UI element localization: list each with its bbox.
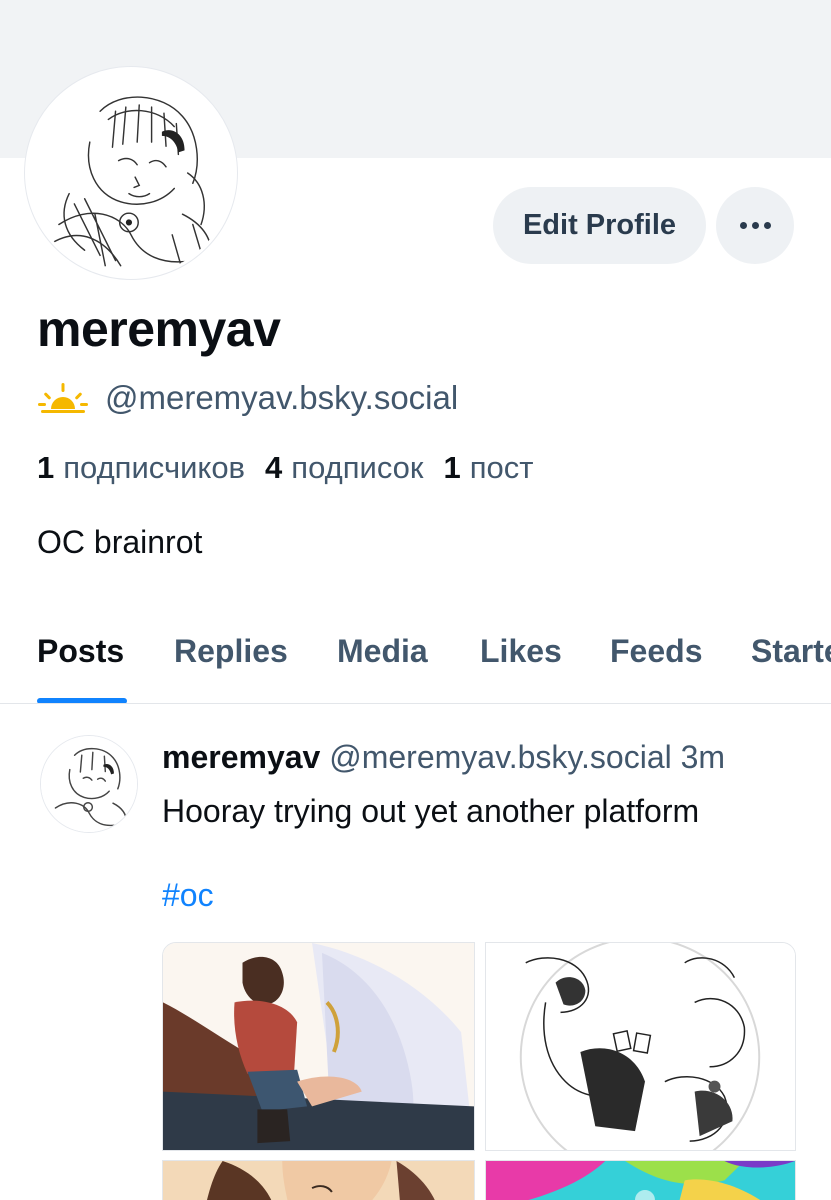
more-dots-icon	[751, 222, 759, 229]
following-count: 4	[265, 450, 283, 485]
profile-tabs: Posts Replies Media Likes Feeds Starter	[0, 603, 831, 704]
post-image-illustration	[486, 1161, 795, 1200]
feed-post[interactable]: meremyav @meremyav.bsky.social 3m Hooray…	[0, 705, 831, 1200]
edit-profile-button[interactable]: Edit Profile	[493, 187, 706, 264]
more-dots-icon	[739, 222, 747, 229]
more-dots-icon	[763, 222, 771, 229]
posts-count: 1	[443, 450, 461, 485]
more-options-button[interactable]	[716, 187, 794, 264]
tab-likes[interactable]: Likes	[480, 633, 562, 670]
post-hashtag[interactable]: #oc	[162, 877, 214, 914]
handle-row: @meremyav.bsky.social	[37, 376, 458, 420]
following-stat[interactable]: 4 подписок	[265, 450, 423, 486]
posts-stat: 1 пост	[443, 450, 533, 486]
avatar-sketch-image	[28, 70, 234, 276]
profile-avatar[interactable]	[25, 67, 237, 279]
post-author-name[interactable]: meremyav	[162, 739, 320, 775]
active-tab-indicator	[37, 698, 127, 703]
followers-label: подписчиков	[63, 450, 246, 485]
following-label: подписок	[291, 450, 424, 485]
tab-starter-packs[interactable]: Starter	[751, 633, 831, 670]
followers-count: 1	[37, 450, 55, 485]
post-image[interactable]	[162, 1160, 475, 1200]
profile-bio: OC brainrot	[37, 524, 203, 560]
post-image-illustration	[163, 943, 474, 1150]
tab-replies[interactable]: Replies	[174, 633, 288, 670]
post-image[interactable]	[162, 942, 475, 1151]
post-header: meremyav @meremyav.bsky.social 3m	[162, 739, 725, 776]
post-image[interactable]	[485, 942, 796, 1151]
sunrise-icon	[38, 383, 88, 413]
post-image-illustration	[163, 1161, 474, 1200]
post-image-illustration	[486, 943, 795, 1150]
tab-posts[interactable]: Posts	[37, 633, 124, 670]
followers-stat[interactable]: 1 подписчиков	[37, 450, 245, 486]
post-author-handle[interactable]: @meremyav.bsky.social	[329, 739, 671, 775]
posts-label: пост	[469, 450, 534, 485]
post-author-avatar[interactable]	[40, 735, 138, 833]
post-timestamp[interactable]: 3m	[681, 739, 725, 775]
post-image[interactable]	[485, 1160, 796, 1200]
tab-media[interactable]: Media	[337, 633, 428, 670]
profile-handle[interactable]: @meremyav.bsky.social	[105, 379, 458, 417]
post-text: Hooray trying out yet another platform	[162, 793, 700, 829]
avatar-sketch-image	[41, 736, 137, 832]
display-name: meremyav	[37, 301, 281, 357]
profile-stats: 1 подписчиков 4 подписок 1 пост	[37, 450, 553, 486]
tab-feeds[interactable]: Feeds	[610, 633, 702, 670]
